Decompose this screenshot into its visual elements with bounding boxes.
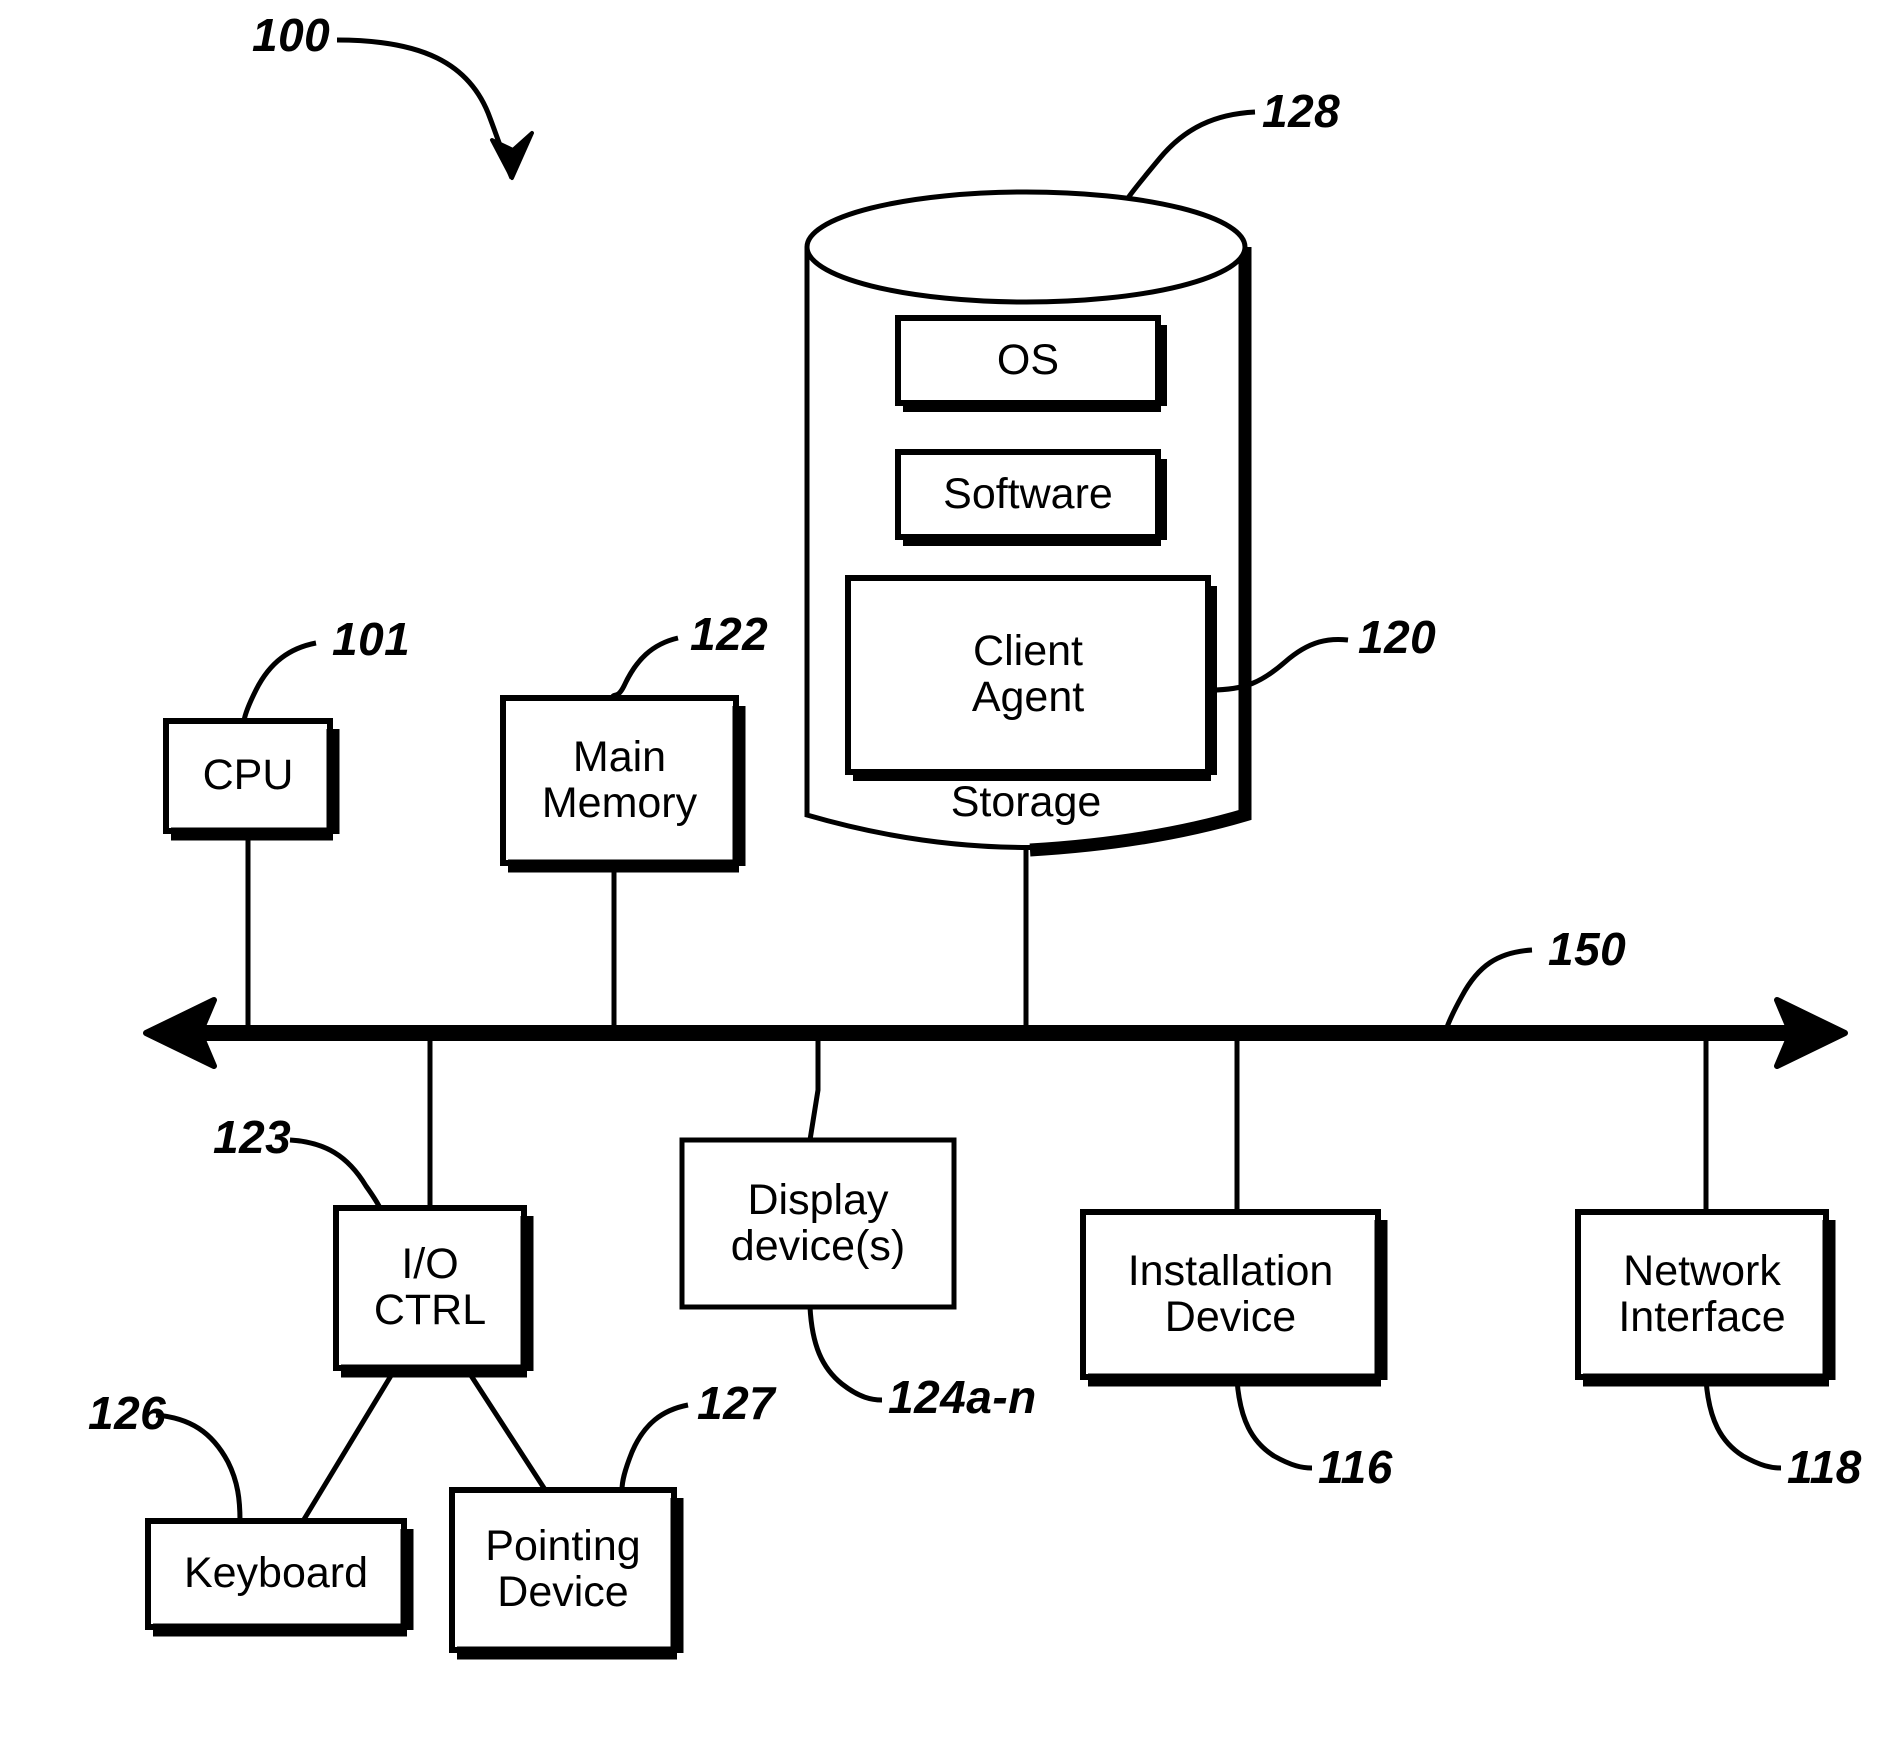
- numeral-116: 116: [1318, 1441, 1393, 1493]
- installation-numeral-leader: [1234, 1379, 1313, 1471]
- numeral-101: 101: [332, 613, 411, 665]
- pointing-device-label: Pointing Device: [485, 1522, 641, 1616]
- numeral-122: 122: [690, 608, 769, 660]
- numeral-126: 126: [88, 1387, 167, 1439]
- display-numeral-leader: [807, 1306, 883, 1403]
- storage-cylinder-label: Storage: [950, 778, 1102, 826]
- numeral-120: 120: [1358, 611, 1437, 663]
- io-ctrl-numeral-leader: [289, 1137, 383, 1210]
- main-memory-numeral-leader: [609, 635, 679, 700]
- numeral-100: 100: [252, 9, 331, 61]
- cpu-numeral-leader: [241, 640, 317, 722]
- system-bus: [143, 997, 1848, 1069]
- storage-item-software-label: Software: [943, 469, 1113, 518]
- display-bus-connector: [807, 1036, 821, 1155]
- io-pointing-connector: [467, 1372, 558, 1507]
- numeral-127: 127: [697, 1377, 776, 1429]
- io-keyboard-connector: [300, 1372, 395, 1523]
- main-memory-label: Main Memory: [541, 732, 698, 827]
- storage-item-os-label: OS: [996, 335, 1060, 384]
- numeral-118: 118: [1787, 1441, 1862, 1493]
- numeral-150: 150: [1548, 923, 1627, 975]
- io-ctrl-label: I/O CTRL: [373, 1240, 487, 1334]
- numeral-128: 128: [1262, 85, 1341, 137]
- storage-item-client-agent-label: Client Agent: [971, 627, 1085, 721]
- patent-figure-canvas: 100 128 120 OS Software Client Agent Sto…: [0, 0, 1889, 1739]
- installation-device-label: Installation Device: [1127, 1246, 1334, 1341]
- numeral-123: 123: [213, 1111, 292, 1163]
- display-device-label: Display device(s): [730, 1175, 906, 1270]
- keyboard-label: Keyboard: [183, 1549, 369, 1598]
- pointing-numeral-leader: [619, 1402, 689, 1491]
- network-interface-label: Network Interface: [1618, 1246, 1786, 1341]
- root-numeral-leader: [336, 37, 534, 180]
- network-numeral-leader: [1703, 1379, 1782, 1471]
- bus-numeral-leader: [1443, 947, 1533, 1031]
- diagram-linework: [143, 37, 1848, 1660]
- keyboard-numeral-leader: [155, 1412, 243, 1522]
- cylinder-numeral-leader: [1125, 109, 1256, 200]
- numeral-124a-n: 124a-n: [888, 1371, 1037, 1423]
- cpu-label: CPU: [202, 751, 294, 800]
